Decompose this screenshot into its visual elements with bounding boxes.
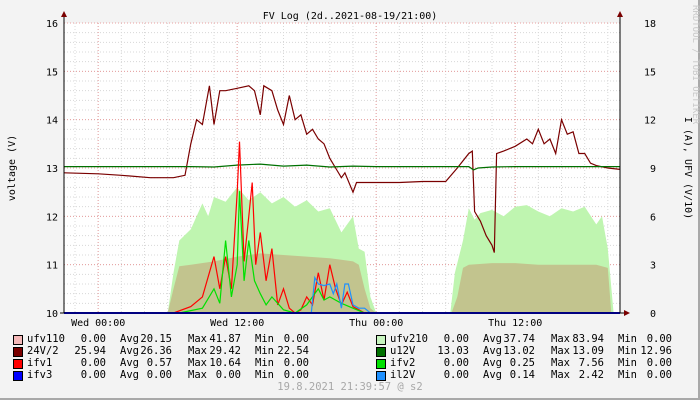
legend-current: 0.00 — [80, 333, 106, 345]
legend-swatch — [376, 371, 386, 381]
x-tick-label: Thu 00:00 — [349, 318, 403, 329]
legend-min: 0.00 — [283, 357, 309, 369]
legend-max: 41.87 — [209, 333, 241, 345]
y-axis-label: voltage (V) — [7, 135, 18, 201]
legend-current: 0.00 — [80, 357, 106, 369]
y2-tick-label: 15 — [644, 67, 656, 78]
legend-current: 25.94 — [74, 345, 106, 357]
legend-max: 7.56 — [578, 357, 604, 369]
legend-avg: 13.02 — [503, 345, 535, 357]
legend-name: il2V — [390, 369, 416, 381]
legend-avg: 37.74 — [503, 333, 535, 345]
legend-current: 0.00 — [443, 333, 469, 345]
legend-name: u12V — [390, 345, 416, 357]
y-tick-label: 12 — [46, 212, 58, 223]
chart-title: FV Log (2d..2021-08-19/21:00) — [263, 11, 438, 22]
legend-name: ufv210 — [390, 333, 428, 345]
legend-avg: 0.57 — [146, 357, 172, 369]
legend-current: 0.00 — [443, 369, 469, 381]
y-tick-label: 14 — [46, 116, 58, 127]
y2-tick-label: 6 — [650, 212, 656, 223]
y2-axis-arrow-icon — [617, 11, 623, 17]
legend-name: ifv2 — [390, 357, 416, 369]
legend-avg: 26.36 — [140, 345, 172, 357]
legend-current: 13.03 — [437, 345, 469, 357]
y-axis-arrow-icon — [61, 11, 67, 17]
legend-swatch — [13, 371, 23, 381]
legend-max: 13.09 — [572, 345, 604, 357]
y2-axis-label: I (A), UFV (V/10) — [682, 117, 693, 219]
legend-swatch — [376, 347, 386, 357]
legend-swatch — [13, 347, 23, 357]
legend-avg: 0.14 — [509, 369, 535, 381]
legend-swatch — [13, 359, 23, 369]
legend-swatch — [13, 335, 23, 345]
x-tick-label: Wed 00:00 — [71, 318, 125, 329]
rrdtool-watermark: RRDTOOL / TOBI OETIKER — [690, 5, 700, 125]
legend-min: 0.00 — [646, 333, 672, 345]
y-tick-label: 10 — [46, 309, 58, 320]
x-axis-arrow-icon — [624, 310, 630, 316]
legend-min: 0.00 — [283, 369, 309, 381]
y-tick-label: 13 — [46, 164, 58, 175]
legend-min: 0.00 — [646, 369, 672, 381]
y2-tick-label: 18 — [644, 19, 656, 30]
legend-swatch — [376, 359, 386, 369]
legend-max: 0.00 — [215, 369, 241, 381]
legend-min: 12.96 — [640, 345, 672, 357]
y-tick-label: 15 — [46, 67, 58, 78]
y2-tick-label: 12 — [644, 116, 656, 127]
legend-name: 24V/2 — [27, 345, 59, 357]
legend-name: ifv3 — [27, 369, 53, 381]
x-tick-label: Thu 12:00 — [488, 318, 542, 329]
legend-max: 2.42 — [578, 369, 604, 381]
y2-tick-label: 9 — [650, 164, 656, 175]
y-tick-label: 11 — [46, 261, 58, 272]
x-tick-label: Wed 12:00 — [210, 318, 264, 329]
legend-min: 0.00 — [283, 333, 309, 345]
legend-avg: 0.00 — [146, 369, 172, 381]
legend-min: 22.54 — [277, 345, 309, 357]
legend-swatch — [376, 335, 386, 345]
timestamp: 19.8.2021 21:39:57 @ s2 — [277, 381, 423, 393]
legend-current: 0.00 — [80, 369, 106, 381]
legend-max: 10.64 — [209, 357, 241, 369]
y2-tick-label: 0 — [650, 309, 656, 320]
y-tick-label: 16 — [46, 19, 58, 30]
legend-current: 0.00 — [443, 357, 469, 369]
legend-avg: 20.15 — [140, 333, 172, 345]
legend-min: 0.00 — [646, 357, 672, 369]
legend-max: 83.94 — [572, 333, 604, 345]
legend-max: 29.42 — [209, 345, 241, 357]
legend-avg: 0.25 — [509, 357, 535, 369]
y2-tick-label: 3 — [650, 261, 656, 272]
legend-name: ifv1 — [27, 357, 53, 369]
legend-name: ufv110 — [27, 333, 65, 345]
